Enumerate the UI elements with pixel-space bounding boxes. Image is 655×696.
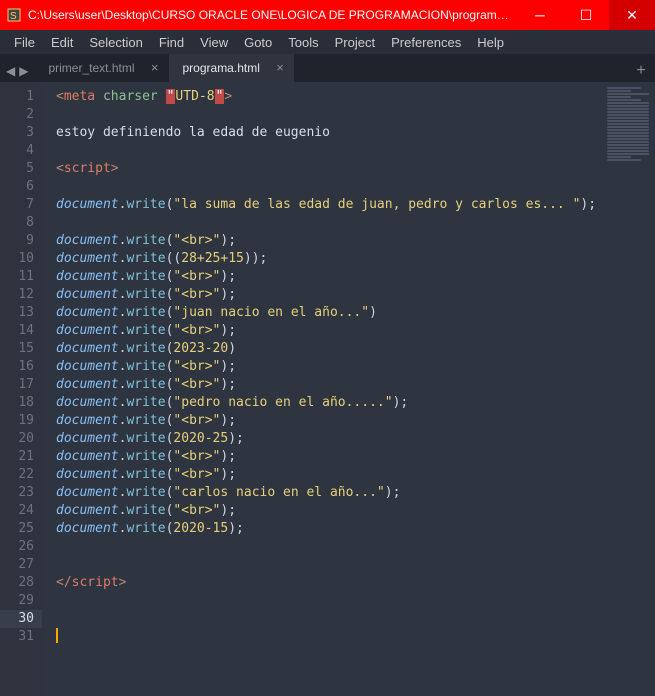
menubar: File Edit Selection Find View Goto Tools… bbox=[0, 30, 655, 54]
tab-next-icon[interactable]: ▶ bbox=[19, 64, 28, 78]
menu-view[interactable]: View bbox=[192, 33, 236, 52]
close-icon[interactable]: × bbox=[276, 54, 284, 82]
close-button[interactable]: ✕ bbox=[609, 0, 655, 30]
close-icon[interactable]: × bbox=[151, 54, 159, 82]
editor: 1234567891011121314151617181920212223242… bbox=[0, 82, 655, 696]
minimize-button[interactable]: ─ bbox=[517, 0, 563, 30]
tab-label: primer_text.html bbox=[48, 61, 134, 75]
menu-help[interactable]: Help bbox=[469, 33, 512, 52]
minimap[interactable] bbox=[605, 86, 653, 226]
menu-goto[interactable]: Goto bbox=[236, 33, 280, 52]
tab-prev-icon[interactable]: ◀ bbox=[6, 64, 15, 78]
window-titlebar: S C:\Users\user\Desktop\CURSO ORACLE ONE… bbox=[0, 0, 655, 30]
tab-label: programa.html bbox=[183, 61, 260, 75]
svg-text:S: S bbox=[10, 11, 17, 22]
menu-project[interactable]: Project bbox=[327, 33, 383, 52]
menu-find[interactable]: Find bbox=[151, 33, 192, 52]
app-icon: S bbox=[0, 8, 28, 22]
line-gutter: 1234567891011121314151617181920212223242… bbox=[0, 82, 42, 696]
tab-programa[interactable]: programa.html × bbox=[169, 54, 294, 82]
maximize-button[interactable]: ☐ bbox=[563, 0, 609, 30]
menu-edit[interactable]: Edit bbox=[43, 33, 81, 52]
code-area[interactable]: <meta charser "UTD-8">estoy definiendo l… bbox=[42, 82, 655, 696]
menu-tools[interactable]: Tools bbox=[280, 33, 326, 52]
new-tab-button[interactable]: + bbox=[627, 62, 655, 82]
tabbar: ◀ ▶ primer_text.html × programa.html × + bbox=[0, 54, 655, 82]
tab-arrows: ◀ ▶ bbox=[0, 64, 34, 82]
tab-primer-text[interactable]: primer_text.html × bbox=[34, 54, 168, 82]
menu-preferences[interactable]: Preferences bbox=[383, 33, 469, 52]
menu-selection[interactable]: Selection bbox=[81, 33, 150, 52]
window-title: C:\Users\user\Desktop\CURSO ORACLE ONE\L… bbox=[28, 8, 517, 22]
window-buttons: ─ ☐ ✕ bbox=[517, 0, 655, 30]
menu-file[interactable]: File bbox=[6, 33, 43, 52]
